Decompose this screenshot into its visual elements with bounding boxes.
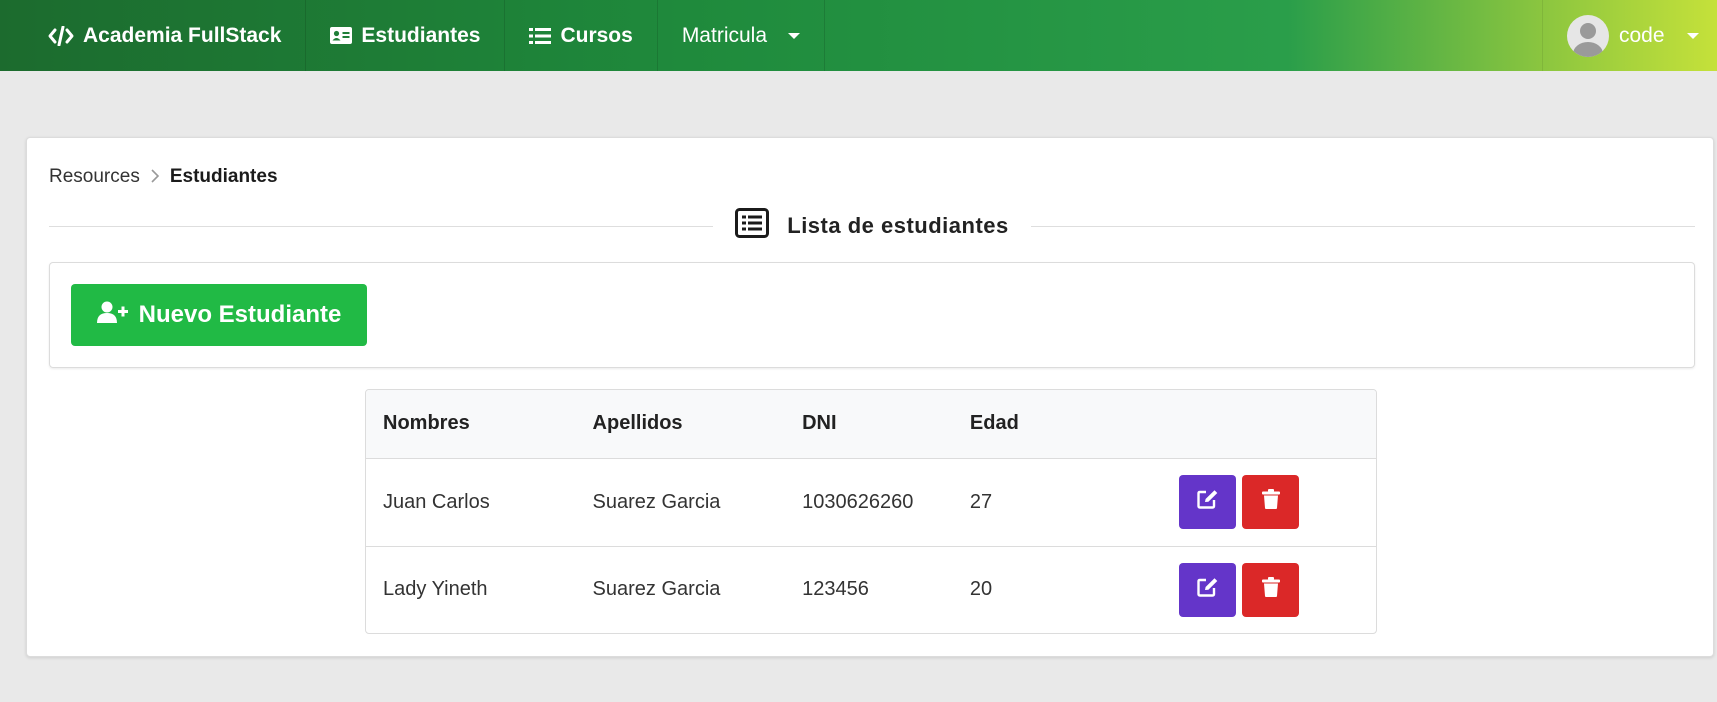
- list-icon: [529, 27, 552, 45]
- breadcrumb-current: Estudiantes: [169, 166, 278, 187]
- section-divider: Lista de estudiantes: [49, 204, 1696, 248]
- edit-button[interactable]: [1179, 562, 1237, 617]
- cell-edad: 27: [969, 490, 993, 513]
- cell-nombres: Juan Carlos: [383, 490, 490, 513]
- section-title: Lista de estudiantes: [713, 208, 1031, 244]
- id-card-icon: [330, 27, 353, 44]
- breadcrumb-link-resources[interactable]: Resources: [49, 166, 140, 188]
- table-row: Juan Carlos Suarez Garcia 1030626260 27: [366, 458, 1376, 546]
- section-title-text: Lista de estudiantes: [787, 213, 1009, 238]
- user-name: code: [1619, 23, 1665, 47]
- column-header-actions: [1162, 390, 1376, 459]
- new-student-button[interactable]: Nuevo Estudiante: [71, 284, 367, 346]
- user-plus-icon: [96, 301, 129, 330]
- brand-link[interactable]: Academia FullStack: [0, 0, 307, 71]
- content-card: Resources Estudiantes Lista de estudiant…: [26, 137, 1714, 657]
- cell-actions: [1162, 545, 1376, 633]
- trash-icon: [1261, 576, 1280, 603]
- cell-dni: 123456: [785, 545, 953, 633]
- column-header: Apellidos: [575, 390, 786, 459]
- caret-down-icon: [788, 32, 801, 39]
- list-alt-icon: [735, 208, 770, 244]
- nav-item-label: Estudiantes: [361, 23, 481, 47]
- edit-icon: [1197, 577, 1219, 603]
- column-header: Edad: [952, 390, 1163, 459]
- chevron-right-icon: [150, 167, 160, 188]
- user-menu[interactable]: code: [1542, 0, 1717, 71]
- avatar: [1567, 14, 1609, 57]
- brand-label: Academia FullStack: [83, 23, 282, 47]
- cell-edad: 20: [952, 545, 1163, 633]
- code-icon: [48, 25, 74, 46]
- table-header-row: Nombres Apellidos DNI Edad: [366, 390, 1376, 459]
- edit-button[interactable]: [1179, 475, 1237, 529]
- nav-item-label: Matricula: [681, 23, 768, 47]
- cell-apellidos: Suarez Garcia: [575, 545, 786, 633]
- nav-item-label: Cursos: [560, 23, 633, 47]
- cell-nombres: Lady Yineth: [366, 545, 576, 633]
- cell-actions: [1162, 458, 1376, 546]
- cell-apellidos: Suarez Garcia: [592, 490, 721, 513]
- trash-icon: [1261, 489, 1280, 515]
- divider-line: [1030, 225, 1696, 227]
- column-header: DNI: [785, 390, 953, 459]
- edit-icon: [1197, 489, 1219, 515]
- toolbar: Nuevo Estudiante: [49, 262, 1695, 368]
- column-header: Nombres: [366, 390, 576, 459]
- nav-dropdown-matricula[interactable]: Matricula: [658, 0, 826, 71]
- students-table: Nombres Apellidos DNI Edad Juan Carlos S…: [365, 389, 1377, 634]
- divider-line: [49, 225, 714, 227]
- nav-item-estudiantes[interactable]: Estudiantes: [306, 0, 506, 71]
- new-student-label: Nuevo Estudiante: [138, 301, 342, 328]
- cell-dni: 1030626260: [802, 490, 914, 513]
- delete-button[interactable]: [1242, 475, 1300, 529]
- nav-item-cursos[interactable]: Cursos: [505, 0, 658, 71]
- delete-button[interactable]: [1242, 562, 1300, 617]
- caret-down-icon: [1686, 32, 1699, 39]
- breadcrumb: Resources Estudiantes: [49, 166, 278, 188]
- table-row: Lady Yineth Suarez Garcia 123456 20: [366, 545, 1376, 633]
- top-navbar: Academia FullStack Estudiantes Cursos Ma…: [0, 0, 1717, 71]
